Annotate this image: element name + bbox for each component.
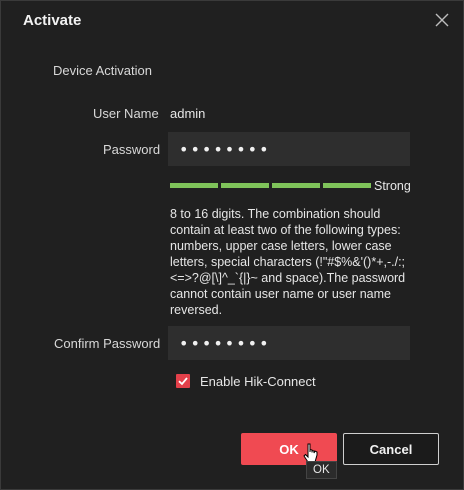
strength-segment — [272, 183, 320, 188]
hik-connect-checkbox[interactable] — [176, 374, 190, 388]
strength-segment — [323, 183, 371, 188]
password-hint: 8 to 16 digits. The combination should c… — [170, 207, 406, 317]
password-field[interactable] — [168, 132, 410, 166]
strength-segment — [170, 183, 218, 188]
confirm-password-label: Confirm Password — [54, 336, 161, 351]
password-strength-bar — [170, 183, 372, 188]
password-label: Password — [103, 142, 161, 157]
username-label: User Name — [93, 106, 159, 121]
strength-segment — [221, 183, 269, 188]
strength-label: Strong — [374, 179, 411, 193]
hik-connect-label[interactable]: Enable Hik-Connect — [200, 374, 316, 389]
cancel-button[interactable]: Cancel — [343, 433, 439, 465]
dialog-title: Activate — [23, 12, 82, 29]
password-input[interactable] — [169, 133, 409, 165]
activate-dialog: Activate Device Activation User Name adm… — [0, 0, 464, 490]
tooltip: OK — [306, 461, 337, 479]
confirm-password-input[interactable] — [169, 327, 409, 359]
close-icon[interactable] — [433, 11, 451, 29]
username-value: admin — [170, 106, 206, 121]
confirm-password-field[interactable] — [168, 326, 410, 360]
section-title: Device Activation — [53, 63, 152, 78]
